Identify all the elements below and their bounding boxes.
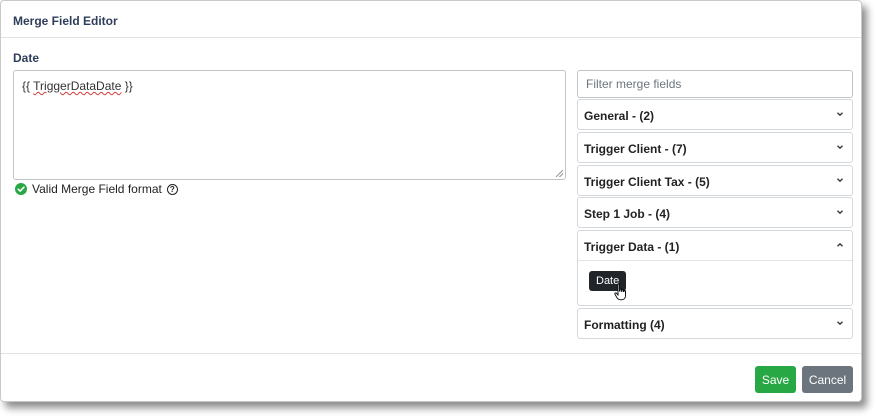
- accordion-header-trigger-client-tax[interactable]: Trigger Client Tax - (5): [578, 166, 852, 195]
- validation-text: Valid Merge Field format: [32, 182, 162, 196]
- validation-status: Valid Merge Field format ?: [15, 182, 178, 196]
- resize-grip[interactable]: [556, 170, 563, 177]
- editor-token: TriggerDataDate: [33, 79, 122, 93]
- editor-suffix: }}: [121, 79, 133, 93]
- accordion-step1-job[interactable]: Step 1 Job - (4): [577, 197, 853, 228]
- accordion-label-general: General - (2): [584, 109, 655, 123]
- merge-field-textarea[interactable]: {{ TriggerDataDate }}: [13, 70, 566, 180]
- field-label: Date: [13, 51, 40, 65]
- accordion-trigger-client-tax[interactable]: Trigger Client Tax - (5): [577, 165, 853, 196]
- accordion-formatting[interactable]: Formatting (4): [577, 308, 853, 339]
- accordion-trigger-client[interactable]: Trigger Client - (7): [577, 132, 853, 163]
- chevron-down-icon: [837, 112, 843, 117]
- cancel-button[interactable]: Cancel: [802, 366, 853, 393]
- accordion-trigger-data[interactable]: Trigger Data - (1) Date: [577, 230, 853, 306]
- accordion-label-formatting: Formatting (4): [584, 318, 665, 332]
- check-circle-icon: [15, 183, 27, 195]
- accordion-header-step1-job[interactable]: Step 1 Job - (4): [578, 198, 852, 227]
- editor-value: {{ TriggerDataDate }}: [22, 79, 133, 93]
- accordion-label-trigger-client-tax: Trigger Client Tax - (5): [584, 175, 710, 189]
- hand-cursor-icon: [614, 283, 626, 301]
- filter-merge-fields-input[interactable]: [577, 70, 853, 98]
- dialog-header: Merge Field Editor: [1, 1, 861, 38]
- accordion-header-trigger-data[interactable]: Trigger Data - (1): [578, 231, 852, 260]
- chevron-up-icon: [837, 242, 843, 247]
- accordion-header-formatting[interactable]: Formatting (4): [578, 309, 852, 338]
- accordion-header-general[interactable]: General - (2): [578, 100, 852, 129]
- save-button[interactable]: Save: [755, 366, 796, 393]
- editor-prefix: {{: [22, 79, 34, 93]
- accordion-label-step1-job: Step 1 Job - (4): [584, 207, 671, 221]
- dialog-footer: Save Cancel: [1, 353, 861, 401]
- dialog-title: Merge Field Editor: [13, 14, 118, 28]
- merge-field-editor-dialog: Merge Field Editor Date {{ TriggerDataDa…: [0, 0, 862, 402]
- accordion-label-trigger-data: Trigger Data - (1): [584, 240, 680, 254]
- accordion-general[interactable]: General - (2): [577, 99, 853, 130]
- accordion-body-trigger-data: Date: [578, 260, 852, 305]
- chevron-down-icon: [837, 145, 843, 150]
- chevron-down-icon: [837, 321, 843, 326]
- accordion-label-trigger-client: Trigger Client - (7): [584, 142, 687, 156]
- accordion-header-trigger-client[interactable]: Trigger Client - (7): [578, 133, 852, 162]
- chevron-down-icon: [837, 210, 843, 215]
- help-icon[interactable]: ?: [166, 183, 178, 195]
- chevron-down-icon: [837, 178, 843, 183]
